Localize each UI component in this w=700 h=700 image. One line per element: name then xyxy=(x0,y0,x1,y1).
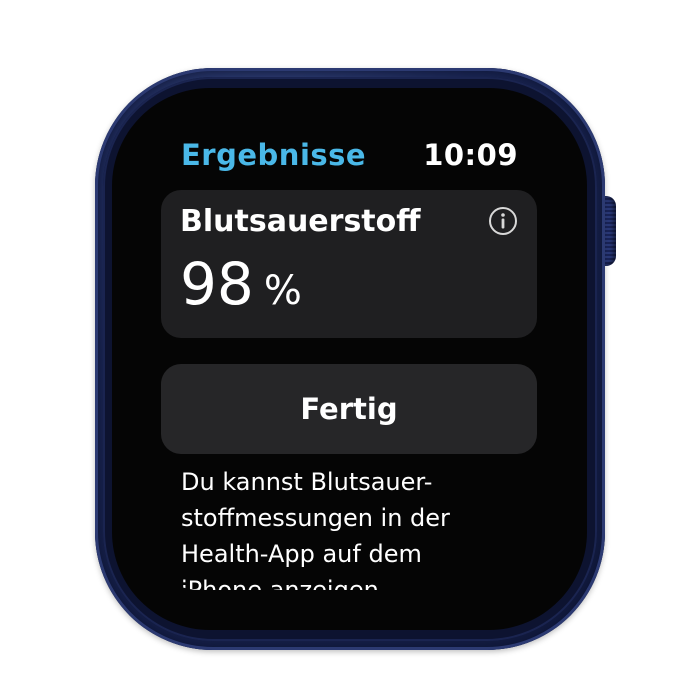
result-value: 98 xyxy=(180,250,254,318)
watch-screen: Ergebnisse 10:09 Blutsauerstoff 98% Fert… xyxy=(140,112,560,590)
product-photo-stage: Ergebnisse 10:09 Blutsauerstoff 98% Fert… xyxy=(0,0,700,700)
result-value-row: 98% xyxy=(180,250,302,318)
info-circle-icon[interactable] xyxy=(488,206,518,236)
info-text-line: stoffmessungen in der xyxy=(181,504,450,532)
health-app-info-text: Du kannst Blutsauer- stoffmessungen in d… xyxy=(181,464,521,590)
screen-title: Ergebnisse xyxy=(181,138,367,172)
result-unit: % xyxy=(263,268,302,314)
blood-oxygen-result-card: Blutsauerstoff 98% xyxy=(161,190,537,338)
info-text-line: Health-App auf dem xyxy=(181,540,422,568)
clock-time: 10:09 xyxy=(423,138,518,172)
result-label: Blutsauerstoff xyxy=(180,204,421,239)
info-text-line: iPhone anzeigen. xyxy=(181,576,387,590)
info-text-line: Du kannst Blutsauer- xyxy=(181,468,433,496)
done-button[interactable]: Fertig xyxy=(161,364,537,454)
